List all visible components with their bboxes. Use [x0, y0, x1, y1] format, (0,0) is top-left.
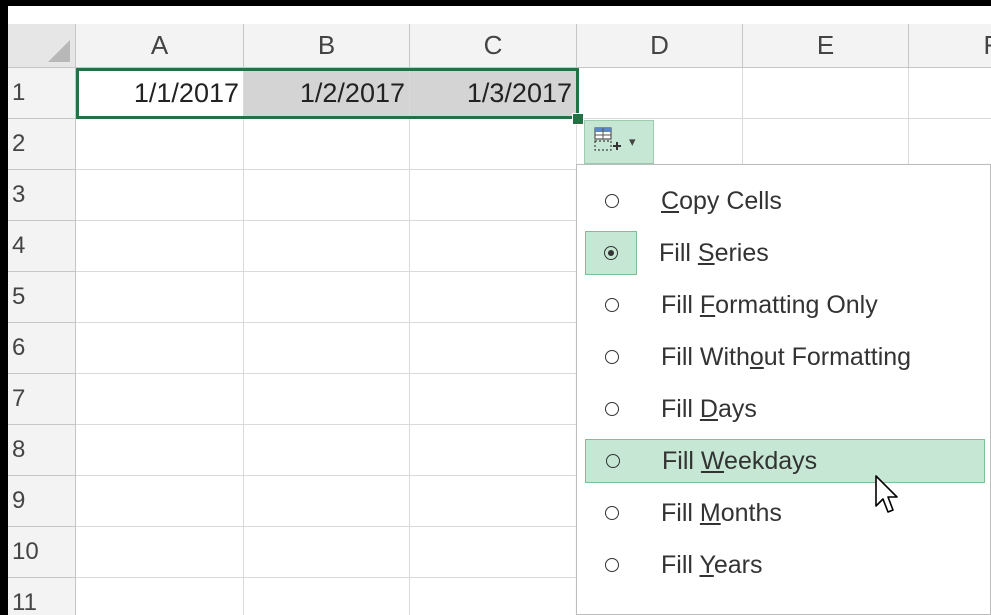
row-header-5[interactable]: 5 [8, 272, 76, 323]
row-header-1[interactable]: 1 [8, 68, 76, 119]
column-header-d[interactable]: D [577, 24, 743, 68]
cell-c3[interactable] [410, 170, 577, 221]
menu-item-fill-without-formatting[interactable]: Fill Without Formatting [585, 335, 985, 379]
cell-c11[interactable] [410, 578, 577, 615]
cell-a10[interactable] [76, 527, 244, 578]
cell-b11[interactable] [244, 578, 410, 615]
menu-item-label: Fill Days [661, 394, 757, 423]
cell-b7[interactable] [244, 374, 410, 425]
menu-item-label: Fill Series [659, 238, 769, 267]
radio-icon [585, 283, 639, 327]
row-header-10[interactable]: 10 [8, 527, 76, 578]
menu-item-fill-weekdays[interactable]: Fill Weekdays [585, 439, 985, 483]
cell-a5[interactable] [76, 272, 244, 323]
menu-item-fill-formatting-only[interactable]: Fill Formatting Only [585, 283, 985, 327]
row-header-6[interactable]: 6 [8, 323, 76, 374]
cell-a11[interactable] [76, 578, 244, 615]
access-key: S [697, 238, 715, 267]
cell-a2[interactable] [76, 119, 244, 170]
cell-a8[interactable] [76, 425, 244, 476]
cell-b2[interactable] [244, 119, 410, 170]
row-header-9[interactable]: 9 [8, 476, 76, 527]
radio-icon [585, 335, 639, 379]
column-header-b[interactable]: B [244, 24, 410, 68]
cell-a4[interactable] [76, 221, 244, 272]
menu-item-fill-years[interactable]: Fill Years [585, 543, 985, 587]
access-key: D [699, 394, 718, 423]
menu-item-label: Copy Cells [661, 186, 782, 215]
cell-c2[interactable] [410, 119, 577, 170]
cell-f1[interactable] [909, 68, 991, 119]
cell-a1[interactable]: 1/1/2017 [76, 68, 244, 119]
cell-e2[interactable] [743, 119, 909, 170]
cell-d1[interactable] [577, 68, 743, 119]
cell-a7[interactable] [76, 374, 244, 425]
access-key: W [700, 446, 725, 475]
fill-handle[interactable] [572, 113, 584, 125]
row-header-8[interactable]: 8 [8, 425, 76, 476]
cell-b1[interactable]: 1/2/2017 [244, 68, 410, 119]
cell-c10[interactable] [410, 527, 577, 578]
cell-c6[interactable] [410, 323, 577, 374]
row-header-4[interactable]: 4 [8, 221, 76, 272]
cell-b5[interactable] [244, 272, 410, 323]
menu-item-fill-days[interactable]: Fill Days [585, 387, 985, 431]
cell-c4[interactable] [410, 221, 577, 272]
menu-item-fill-series[interactable]: Fill Series [585, 231, 985, 275]
column-header-e[interactable]: E [743, 24, 909, 68]
menu-item-label: Fill Weekdays [662, 446, 818, 475]
cell-b9[interactable] [244, 476, 410, 527]
access-key: o [749, 342, 764, 371]
radio-icon [585, 491, 639, 535]
cell-e1[interactable] [743, 68, 909, 119]
dropdown-arrow-icon: ▾ [629, 134, 636, 149]
auto-fill-options-icon [593, 126, 623, 159]
column-header-c[interactable]: C [410, 24, 577, 68]
access-key: Y [699, 550, 714, 579]
cell-a9[interactable] [76, 476, 244, 527]
cell-b8[interactable] [244, 425, 410, 476]
radio-icon [585, 179, 639, 223]
row-header-11[interactable]: 11 [8, 578, 76, 615]
auto-fill-options-menu: Copy Cells Fill Series Fill Formatting Onl… [576, 164, 991, 615]
cell-a6[interactable] [76, 323, 244, 374]
select-all-corner[interactable] [8, 24, 76, 68]
row-header-7[interactable]: 7 [8, 374, 76, 425]
cell-f2[interactable] [909, 119, 991, 170]
access-key: M [699, 498, 721, 527]
cell-c5[interactable] [410, 272, 577, 323]
cell-c9[interactable] [410, 476, 577, 527]
mouse-pointer-icon [874, 474, 900, 521]
cell-b4[interactable] [244, 221, 410, 272]
radio-selected-icon [585, 231, 637, 275]
column-header-a[interactable]: A [76, 24, 244, 68]
cell-c1[interactable]: 1/3/2017 [410, 68, 577, 119]
radio-icon [586, 439, 640, 483]
access-key: C [661, 186, 680, 215]
cell-c8[interactable] [410, 425, 577, 476]
cell-b6[interactable] [244, 323, 410, 374]
column-header-f[interactable]: F [909, 24, 991, 68]
menu-item-fill-months[interactable]: Fill Months [585, 491, 985, 535]
menu-item-label: Fill Months [661, 498, 782, 527]
cell-a3[interactable] [76, 170, 244, 221]
row-header-3[interactable]: 3 [8, 170, 76, 221]
menu-item-label: Fill Without Formatting [661, 342, 912, 371]
access-key: F [699, 290, 716, 319]
menu-item-label: Fill Years [661, 550, 763, 579]
menu-item-copy-cells[interactable]: Copy Cells [585, 179, 985, 223]
radio-icon [585, 387, 639, 431]
cell-b10[interactable] [244, 527, 410, 578]
menu-item-label: Fill Formatting Only [661, 290, 878, 319]
radio-icon [585, 543, 639, 587]
auto-fill-options-button[interactable]: ▾ [584, 120, 654, 164]
row-header-2[interactable]: 2 [8, 119, 76, 170]
cell-c7[interactable] [410, 374, 577, 425]
cell-b3[interactable] [244, 170, 410, 221]
